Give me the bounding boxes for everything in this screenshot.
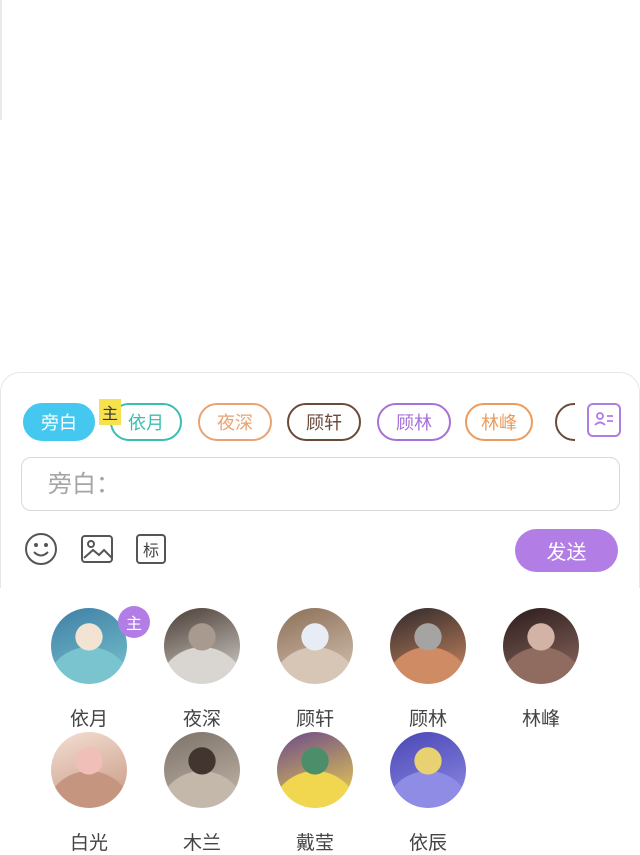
role-chip[interactable]: 旁白 — [23, 403, 95, 441]
message-input[interactable] — [22, 458, 619, 510]
chat-area — [0, 0, 640, 372]
role-chip[interactable]: 顾林 — [377, 403, 451, 441]
send-button[interactable]: 发送 — [515, 529, 618, 572]
role-name: 依辰 — [408, 832, 447, 854]
image-icon — [81, 535, 113, 563]
role-name: 木兰 — [182, 832, 221, 854]
avatar — [390, 608, 466, 684]
avatar — [51, 732, 127, 808]
avatar — [51, 608, 127, 684]
role-name: 夜深 — [182, 708, 221, 730]
avatar — [164, 608, 240, 684]
contact-card-icon — [594, 412, 613, 426]
avatar — [390, 732, 466, 808]
main-role-badge: 主 — [99, 399, 121, 425]
role-name: 依月 — [69, 708, 108, 730]
role-name: 林峰 — [521, 708, 560, 730]
left-edge-divider — [0, 0, 2, 120]
avatar — [277, 608, 353, 684]
emoji-button[interactable] — [23, 531, 59, 567]
role-chip[interactable]: 林峰 — [465, 403, 533, 441]
role-name: 戴莹 — [295, 832, 334, 854]
role-name: 顾林 — [408, 708, 447, 730]
main-role-badge: 主 — [118, 606, 150, 638]
tag-button[interactable]: 标 — [133, 531, 169, 567]
composer-panel: 旁白依月夜深顾轩顾林林峰 主 标 发送 — [0, 372, 640, 588]
role-chip[interactable]: 夜深 — [198, 403, 272, 441]
emoji-icon — [25, 533, 57, 565]
avatar — [503, 608, 579, 684]
role-chip-partial[interactable] — [555, 403, 575, 441]
message-input-box[interactable] — [21, 457, 620, 511]
role-grid: 依月 主夜深 顾轩 顾林 林峰白光 木兰 戴莹 依辰 — [0, 588, 640, 854]
contacts-button[interactable] — [587, 403, 621, 437]
image-button[interactable] — [79, 531, 115, 567]
role-name: 白光 — [69, 832, 108, 854]
role-chip[interactable]: 顾轩 — [287, 403, 361, 441]
avatar — [277, 732, 353, 808]
tag-icon: 标 — [136, 534, 166, 564]
avatar — [164, 732, 240, 808]
role-name: 顾轩 — [295, 708, 334, 730]
